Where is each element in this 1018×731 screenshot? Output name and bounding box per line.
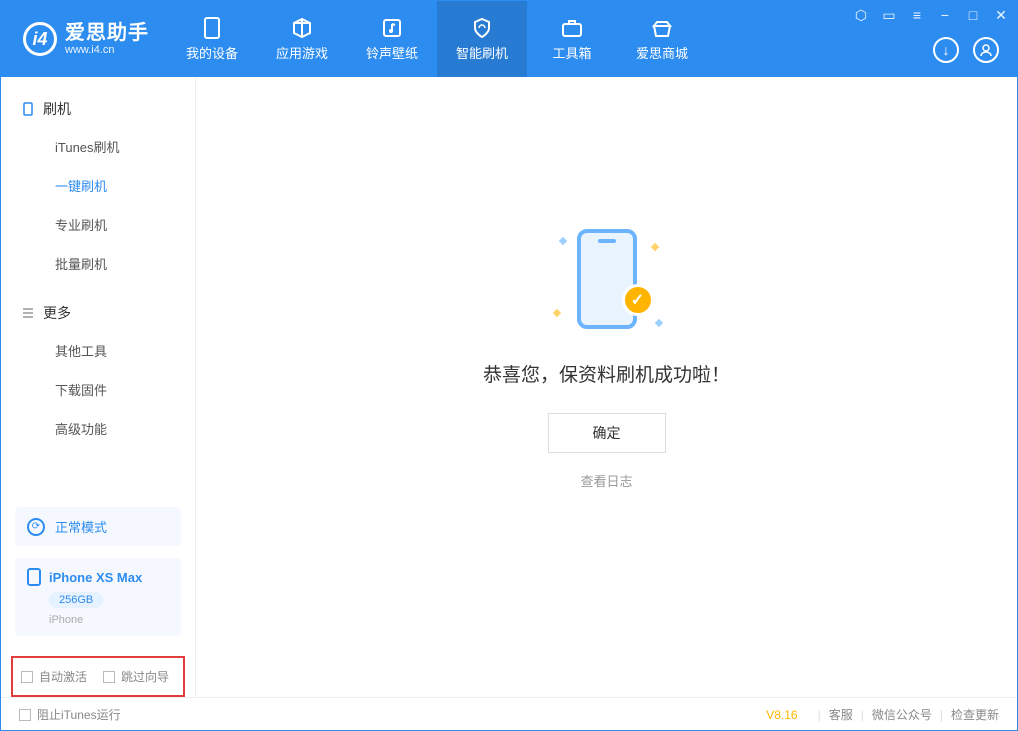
tab-ringtone[interactable]: 铃声壁纸 [347, 1, 437, 77]
toolbox-icon [559, 17, 585, 39]
sparkle-icon [654, 319, 662, 327]
account-button[interactable] [973, 37, 999, 63]
tab-store[interactable]: 爱思商城 [617, 1, 707, 77]
sidebar-item-advanced[interactable]: 高级功能 [1, 409, 195, 448]
sidebar-item-download-firmware[interactable]: 下载固件 [1, 370, 195, 409]
view-log-link[interactable]: 查看日志 [580, 471, 632, 490]
list-icon [21, 306, 35, 320]
sidebar-item-oneclick-flash[interactable]: 一键刷机 [1, 166, 195, 205]
checkbox-auto-activate[interactable]: 自动激活 [21, 668, 87, 685]
sidebar-item-other-tools[interactable]: 其他工具 [1, 331, 195, 370]
sidebar-item-itunes-flash[interactable]: iTunes刷机 [1, 127, 195, 166]
brand-url: www.i4.cn [65, 44, 149, 56]
ok-button[interactable]: 确定 [548, 413, 666, 453]
phone-icon [21, 102, 35, 116]
check-update-link[interactable]: 检查更新 [951, 706, 999, 723]
tab-label: 工具箱 [552, 43, 591, 62]
device-type: iPhone [49, 614, 169, 626]
device-capacity: 256GB [49, 592, 103, 608]
music-icon [379, 17, 405, 39]
checkbox-skip-guide[interactable]: 跳过向导 [103, 668, 169, 685]
store-icon [649, 17, 675, 39]
minimize-button[interactable]: − [937, 7, 953, 23]
shield-sync-icon [469, 17, 495, 39]
sidebar-section-title: 刷机 [1, 91, 195, 127]
checkbox-block-itunes[interactable]: 阻止iTunes运行 [19, 706, 121, 723]
main-pane: ✓ 恭喜您，保资料刷机成功啦！ 确定 查看日志 [196, 77, 1017, 697]
cube-icon [289, 17, 315, 39]
topbar: i4 爱思助手 www.i4.cn 我的设备 应用游戏 铃声壁纸 智能刷机 工具… [1, 1, 1017, 77]
flash-options-highlight: 自动激活 跳过向导 [11, 656, 185, 697]
sidebar-item-batch-flash[interactable]: 批量刷机 [1, 244, 195, 283]
mode-icon: ⟳ [27, 518, 45, 536]
statusbar: 阻止iTunes运行 V8.16 | 客服 | 微信公众号 | 检查更新 [1, 697, 1017, 731]
brand-name: 爱思助手 [65, 22, 149, 44]
device-icon [199, 17, 225, 39]
device-panel: ⟳ 正常模式 iPhone XS Max 256GB iPhone [1, 495, 195, 648]
tabs: 我的设备 应用游戏 铃声壁纸 智能刷机 工具箱 爱思商城 [167, 1, 707, 77]
tab-label: 爱思商城 [636, 43, 688, 62]
feedback-icon[interactable]: ▭ [881, 7, 897, 23]
logo[interactable]: i4 爱思助手 www.i4.cn [1, 1, 167, 77]
sidebar-section-more: 更多 其他工具 下载固件 高级功能 [1, 295, 195, 448]
checkbox-icon [19, 709, 31, 721]
sidebar-item-pro-flash[interactable]: 专业刷机 [1, 205, 195, 244]
shirt-icon[interactable]: ⬡ [853, 7, 869, 23]
sidebar-section-title: 更多 [1, 295, 195, 331]
sparkle-icon [552, 309, 560, 317]
phone-illustration [577, 229, 637, 329]
success-illustration: ✓ [552, 224, 662, 334]
sidebar: 刷机 iTunes刷机 一键刷机 专业刷机 批量刷机 更多 其他工具 下载固件 … [1, 77, 196, 697]
tab-label: 我的设备 [186, 43, 238, 62]
support-link[interactable]: 客服 [829, 706, 853, 723]
checkbox-icon [103, 671, 115, 683]
wechat-link[interactable]: 微信公众号 [872, 706, 932, 723]
tab-my-device[interactable]: 我的设备 [167, 1, 257, 77]
header-actions: ↓ [933, 37, 999, 63]
success-message: 恭喜您，保资料刷机成功啦！ [483, 360, 730, 387]
maximize-button[interactable]: □ [965, 7, 981, 23]
device-info[interactable]: iPhone XS Max 256GB iPhone [15, 558, 181, 636]
phone-icon [27, 568, 41, 586]
download-button[interactable]: ↓ [933, 37, 959, 63]
window-controls: ⬡ ▭ ≡ − □ ✕ [853, 7, 1009, 23]
sidebar-section-flash: 刷机 iTunes刷机 一键刷机 专业刷机 批量刷机 [1, 91, 195, 283]
device-mode[interactable]: ⟳ 正常模式 [15, 507, 181, 546]
tab-label: 应用游戏 [276, 43, 328, 62]
close-button[interactable]: ✕ [993, 7, 1009, 23]
checkbox-icon [21, 671, 33, 683]
tab-toolbox[interactable]: 工具箱 [527, 1, 617, 77]
version-label: V8.16 [766, 708, 797, 722]
tab-apps[interactable]: 应用游戏 [257, 1, 347, 77]
sparkle-icon [650, 243, 658, 251]
logo-icon: i4 [23, 22, 57, 56]
body: 刷机 iTunes刷机 一键刷机 专业刷机 批量刷机 更多 其他工具 下载固件 … [1, 77, 1017, 697]
sparkle-icon [558, 237, 566, 245]
menu-icon[interactable]: ≡ [909, 7, 925, 23]
tab-flash[interactable]: 智能刷机 [437, 1, 527, 77]
tab-label: 智能刷机 [456, 43, 508, 62]
tab-label: 铃声壁纸 [366, 43, 418, 62]
device-name: iPhone XS Max [49, 570, 142, 585]
check-badge-icon: ✓ [622, 284, 654, 316]
